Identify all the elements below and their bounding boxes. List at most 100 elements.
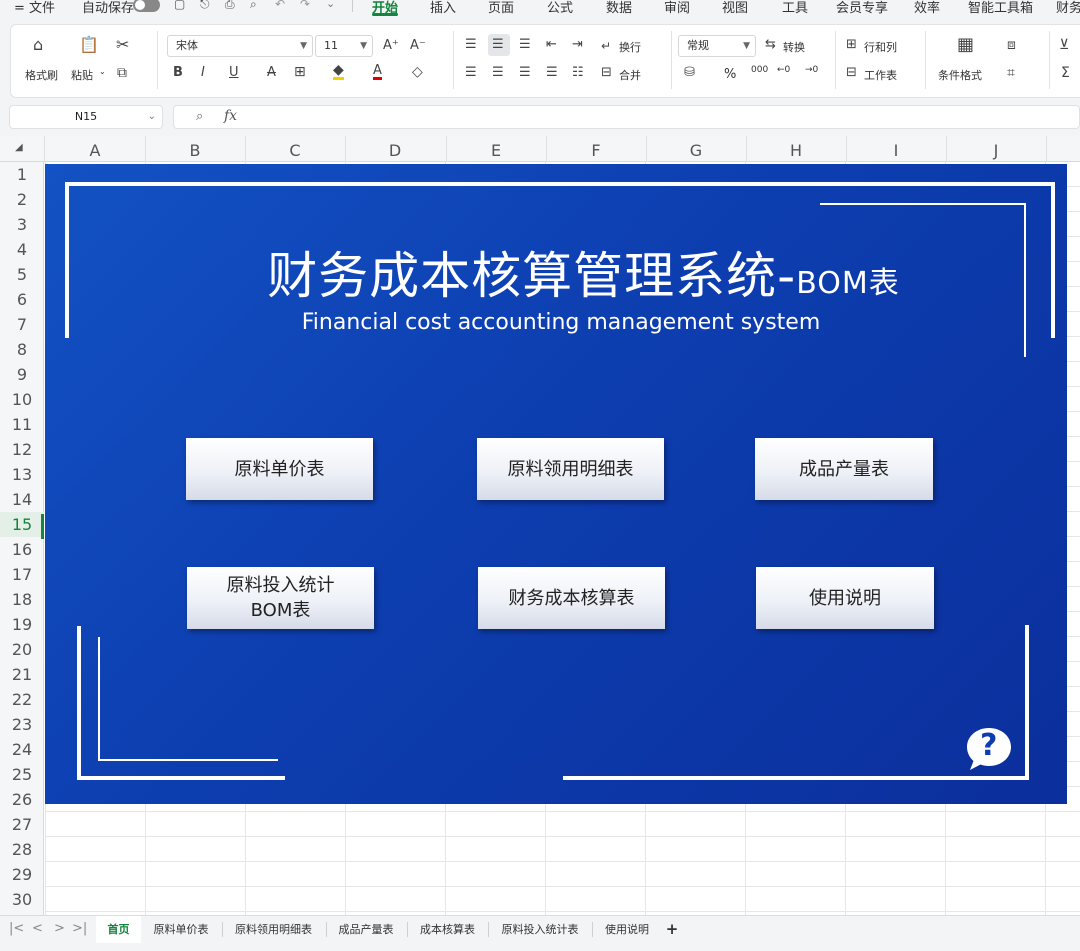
sheet-tab-material-usage[interactable]: 原料领用明细表 (225, 916, 322, 943)
strikethrough-icon[interactable]: A (267, 65, 276, 81)
sheet-tab-material-input[interactable]: 原料投入统计表 (492, 916, 588, 943)
tab-page[interactable]: 页面 (488, 0, 514, 16)
tab-efficiency[interactable]: 效率 (914, 0, 940, 16)
column-header-f[interactable]: F (546, 141, 646, 160)
format-painter-icon[interactable]: ⌂ (33, 37, 43, 53)
convert-button[interactable]: 转换 (783, 39, 805, 55)
conditional-format-button[interactable]: 条件格式 (938, 67, 982, 83)
row-header[interactable]: 25 (0, 762, 44, 787)
row-header[interactable]: 26 (0, 787, 44, 812)
customize-icon[interactable]: ⌄ (326, 0, 335, 10)
sheet-tab-cost-accounting[interactable]: 成本核算表 (411, 916, 484, 943)
merge-button[interactable]: 合并 (619, 67, 641, 83)
last-sheet-icon[interactable]: >| (72, 921, 87, 936)
sheet-tab-home[interactable]: 首页 (96, 916, 141, 943)
tab-member[interactable]: 会员专享 (836, 0, 888, 16)
print-icon[interactable]: ⎙ (225, 0, 235, 12)
share-icon[interactable]: ⎋ (200, 0, 210, 12)
row-header[interactable]: 17 (0, 562, 44, 587)
row-header[interactable]: 16 (0, 537, 44, 562)
font-color-button[interactable]: A (373, 64, 382, 80)
align-right-icon[interactable]: ☰ (519, 65, 531, 81)
font-size-select[interactable]: 11 ▼ (315, 35, 373, 57)
indent-icon[interactable]: ⇥ (572, 37, 583, 53)
tab-formula[interactable]: 公式 (547, 0, 573, 16)
row-header[interactable]: 9 (0, 362, 44, 387)
column-header-i[interactable]: I (846, 141, 946, 160)
row-header[interactable]: 24 (0, 737, 44, 762)
nav-button-cost-accounting[interactable]: 财务成本核算表 (478, 567, 665, 629)
row-header[interactable]: 23 (0, 712, 44, 737)
row-header[interactable]: 22 (0, 687, 44, 712)
worksheet-icon[interactable]: ⊟ (846, 65, 857, 81)
conditional-format-icon[interactable]: ▦ (957, 36, 974, 54)
name-box[interactable]: N15 ⌄ (9, 105, 163, 129)
paste-icon[interactable]: 📋 (79, 37, 99, 53)
cell-style-icon[interactable]: ⧈ (1007, 37, 1016, 53)
row-header[interactable]: 12 (0, 437, 44, 462)
sheet-tab-product-output[interactable]: 成品产量表 (330, 916, 402, 943)
row-header[interactable]: 14 (0, 487, 44, 512)
fx-icon[interactable]: fx (224, 108, 237, 124)
row-col-icon[interactable]: ⊞ (846, 37, 857, 53)
paste-dropdown-icon[interactable]: ⌄ (99, 67, 106, 76)
row-header[interactable]: 2 (0, 187, 44, 212)
prev-sheet-icon[interactable]: < (32, 921, 43, 936)
row-header[interactable]: 13 (0, 462, 44, 487)
tab-finance[interactable]: 财务 (1056, 0, 1080, 16)
menu-autosave[interactable]: 自动保存 (82, 0, 134, 16)
column-header-h[interactable]: H (746, 141, 846, 160)
row-header-selected[interactable]: 15 (0, 512, 44, 537)
align-bottom-icon[interactable]: ☰ (519, 37, 531, 53)
add-sheet-button[interactable]: + (662, 916, 682, 943)
tab-insert[interactable]: 插入 (430, 0, 456, 16)
clear-format-icon[interactable]: ◇ (412, 64, 423, 80)
row-col-button[interactable]: 行和列 (864, 39, 897, 55)
column-header-e[interactable]: E (446, 141, 546, 160)
column-header-d[interactable]: D (345, 141, 445, 160)
wrap-icon[interactable]: ↵ (601, 38, 611, 54)
formula-input[interactable]: ⌕ fx (173, 105, 1080, 129)
row-header[interactable]: 21 (0, 662, 44, 687)
nav-button-product-output[interactable]: 成品产量表 (755, 438, 933, 500)
justify-icon[interactable]: ☰ (546, 65, 558, 81)
tab-tools[interactable]: 工具 (782, 0, 808, 16)
convert-icon[interactable]: ⇆ (765, 37, 776, 53)
distributed-icon[interactable]: ☷ (572, 65, 584, 81)
nav-button-material-usage[interactable]: 原料领用明细表 (477, 438, 664, 500)
redo-icon[interactable]: ↷ (300, 0, 310, 11)
tab-view[interactable]: 视图 (722, 0, 748, 16)
number-format-select[interactable]: 常规 ▼ (678, 35, 756, 57)
wrap-text-button[interactable]: 换行 (619, 39, 641, 55)
sum-icon[interactable]: Σ (1061, 65, 1070, 81)
menu-file[interactable]: = 文件 (14, 0, 55, 16)
sheet-tab-instructions[interactable]: 使用说明 (596, 916, 658, 943)
save-icon[interactable]: ▢ (174, 0, 185, 11)
decrease-decimal-icon[interactable]: →0 (805, 65, 818, 75)
percent-button[interactable]: % (724, 67, 736, 82)
copy-icon[interactable]: ⧉ (117, 65, 127, 81)
align-left-icon[interactable]: ☰ (465, 65, 477, 81)
nav-button-instructions[interactable]: 使用说明 (756, 567, 934, 629)
thousands-button[interactable]: 000 (751, 65, 768, 75)
row-header[interactable]: 11 (0, 412, 44, 437)
nav-button-material-price[interactable]: 原料单价表 (186, 438, 373, 500)
merge-icon[interactable]: ⊟ (601, 65, 612, 81)
fill-icon[interactable]: ⊻ (1059, 37, 1069, 53)
align-top-icon[interactable]: ☰ (465, 37, 477, 53)
row-header[interactable]: 19 (0, 612, 44, 637)
row-header[interactable]: 28 (0, 837, 44, 862)
currency-icon[interactable]: ⛁ (684, 65, 695, 81)
row-header[interactable]: 7 (0, 312, 44, 337)
increase-decimal-icon[interactable]: ←0 (777, 65, 790, 75)
row-header[interactable]: 1 (0, 162, 44, 187)
column-header-j[interactable]: J (946, 141, 1046, 160)
format-painter-label[interactable]: 格式刷 (25, 67, 58, 83)
row-header[interactable]: 4 (0, 237, 44, 262)
autosave-toggle[interactable] (133, 0, 160, 12)
sheet-tab-material-price[interactable]: 原料单价表 (143, 916, 219, 943)
zoom-icon[interactable]: ⌕ (196, 109, 203, 124)
row-header[interactable]: 27 (0, 812, 44, 837)
fill-color-icon[interactable]: ◆ (333, 63, 344, 80)
row-header[interactable]: 18 (0, 587, 44, 612)
